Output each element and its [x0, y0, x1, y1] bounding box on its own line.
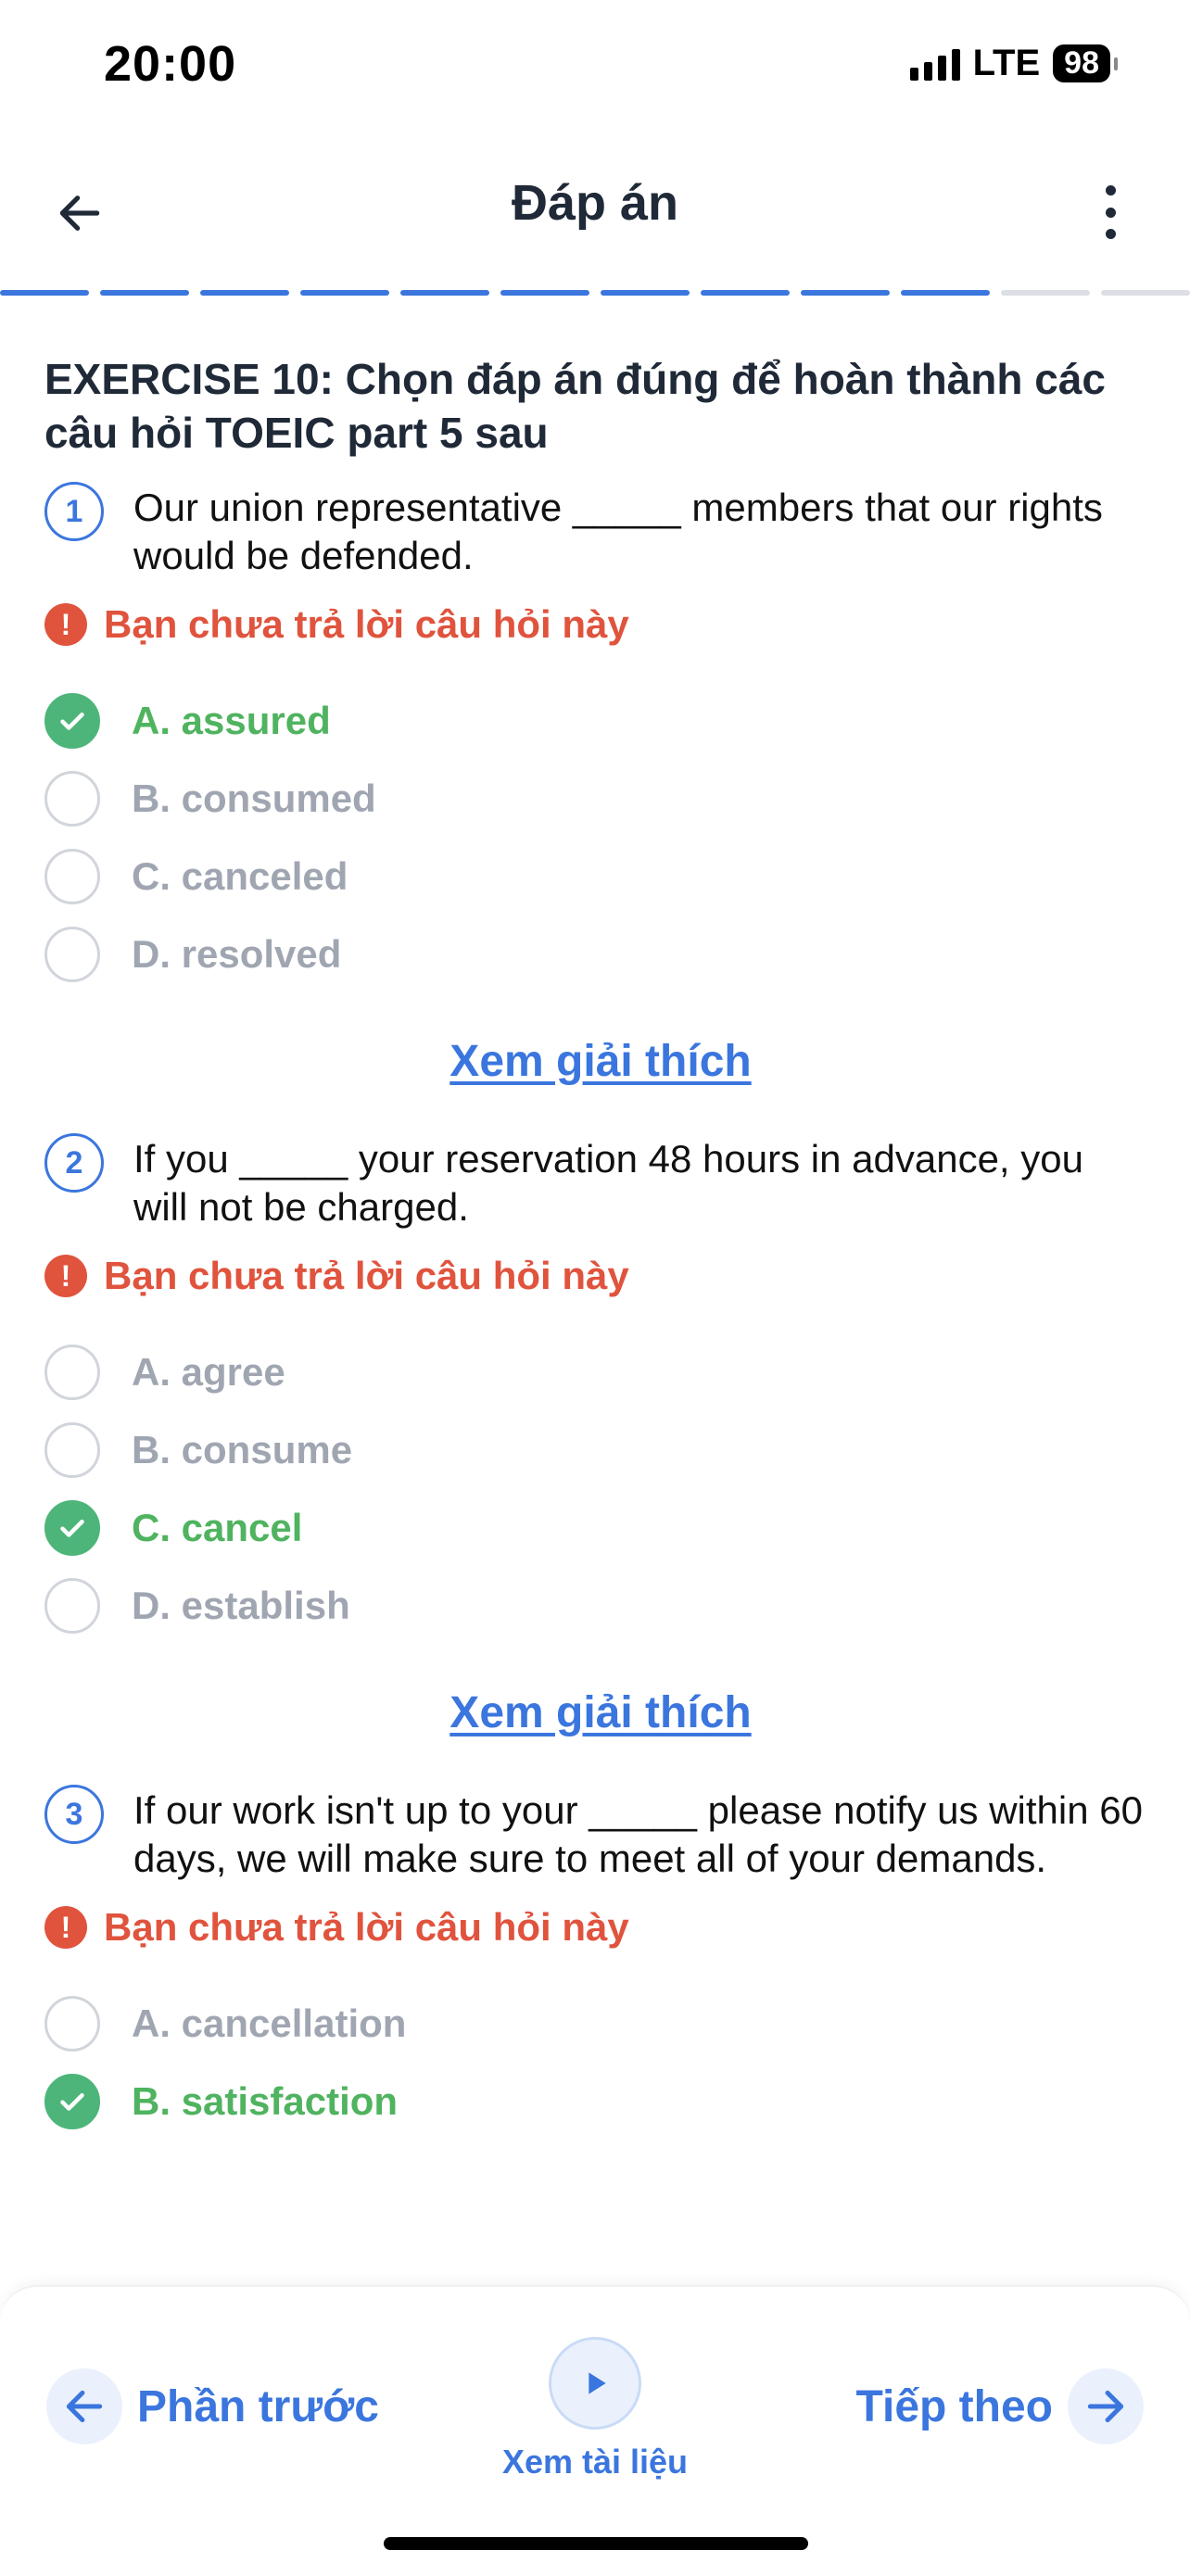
radio-circle-icon [44, 1422, 100, 1478]
progress-segment [1001, 290, 1090, 296]
view-document-button[interactable]: Xem tài liệu [502, 2337, 688, 2481]
explanation-container: Xem giải thích [44, 1687, 1157, 1738]
explanation-container: Xem giải thích [44, 1036, 1157, 1087]
radio-circle-icon [44, 849, 100, 904]
arrow-right-icon [1068, 2368, 1144, 2444]
radio-circle-icon [44, 1578, 100, 1634]
more-vertical-icon [1105, 185, 1116, 196]
progress-segment [601, 290, 690, 296]
battery-icon: 98 [1053, 44, 1118, 82]
progress-segment [100, 290, 189, 296]
question-header: 2 If you _____ your reservation 48 hours … [44, 1133, 1157, 1231]
progress-segment [500, 290, 589, 296]
answer-option[interactable]: D. establish [44, 1567, 1157, 1645]
header: Đáp án [0, 158, 1190, 259]
question-header: 1 Our union representative _____ members … [44, 482, 1157, 580]
view-document-label: Xem tài liệu [501, 2443, 689, 2481]
question-number: 2 [44, 1133, 104, 1193]
answer-option[interactable]: B. consumed [44, 760, 1157, 838]
alert-icon: ! [44, 1255, 87, 1297]
option-label: A. cancellation [132, 2001, 407, 2045]
unanswered-warning: ! Bạn chưa trả lời câu hỏi này [44, 1248, 1157, 1304]
radio-circle-icon [44, 771, 100, 827]
option-label: A. assured [132, 699, 331, 742]
option-label: A. agree [132, 1350, 285, 1394]
page-title: Đáp án [511, 175, 679, 231]
check-circle-icon [44, 693, 100, 749]
progress-segment [801, 290, 890, 296]
answer-option[interactable]: A. agree [44, 1333, 1157, 1411]
alert-icon: ! [44, 603, 87, 646]
question-number: 3 [44, 1785, 104, 1844]
bottom-navigation: Phần trước Xem tài liệu Tiếp theo [0, 2285, 1190, 2576]
view-explanation-link[interactable]: Xem giải thích [449, 1688, 751, 1737]
question-progress [0, 290, 1190, 296]
question-header: 3 If our work isn't up to your _____ plea… [44, 1785, 1157, 1883]
previous-label: Phần trước [137, 2381, 379, 2431]
progress-segment [701, 290, 790, 296]
option-label: B. consume [132, 1428, 353, 1471]
answer-option[interactable]: B. consume [44, 1411, 1157, 1489]
option-label: D. establish [132, 1584, 350, 1627]
radio-circle-icon [44, 1345, 100, 1400]
check-circle-icon [44, 2074, 100, 2129]
question-text: If you _____ your reservation 48 hours i… [133, 1137, 1083, 1229]
progress-segment [400, 290, 489, 296]
answer-option[interactable]: A. assured [44, 682, 1157, 760]
answer-option[interactable]: B. satisfaction [44, 2063, 1157, 2140]
radio-circle-icon [44, 1996, 100, 2052]
progress-segment [1101, 290, 1190, 296]
answer-option[interactable]: D. resolved [44, 915, 1157, 993]
question-text: Our union representative _____ members t… [133, 486, 1103, 577]
status-bar: 20:00 LTE 98 [0, 0, 1190, 130]
home-indicator[interactable] [384, 2537, 808, 2550]
next-label: Tiếp theo [855, 2381, 1053, 2431]
option-label: D. resolved [132, 932, 342, 976]
question-number: 1 [44, 482, 104, 541]
question-item: 1 Our union representative _____ members … [44, 482, 1157, 1087]
warning-text: Bạn chưa trả lời câu hỏi này [104, 1905, 629, 1949]
exercise-title: EXERCISE 10: Chọn đáp án đúng để hoàn th… [44, 355, 1107, 457]
radio-circle-icon [44, 927, 100, 982]
question-item: 2 If you _____ your reservation 48 hours … [44, 1133, 1157, 1738]
status-time: 20:00 [104, 36, 237, 92]
arrow-left-icon [46, 2368, 122, 2444]
question-item: 3 If our work isn't up to your _____ plea… [44, 1785, 1157, 2140]
status-indicators: LTE 98 [909, 43, 1118, 84]
signal-icon [909, 47, 960, 81]
check-circle-icon [44, 1500, 100, 1556]
more-options-button[interactable] [1082, 180, 1138, 245]
next-button[interactable]: Tiếp theo [856, 2368, 1144, 2444]
progress-segment [200, 290, 289, 296]
previous-section-button[interactable]: Phần trước [46, 2368, 379, 2444]
unanswered-warning: ! Bạn chưa trả lời câu hỏi này [44, 1900, 1157, 1955]
option-list: A. agree B. consume C. cancel D. establish [44, 1333, 1157, 1645]
question-list: 1 Our union representative _____ members … [44, 482, 1157, 2140]
view-explanation-link[interactable]: Xem giải thích [449, 1037, 751, 1086]
option-label: B. satisfaction [132, 2079, 399, 2123]
play-icon [549, 2337, 641, 2430]
answer-option[interactable]: C. canceled [44, 838, 1157, 915]
answer-content[interactable]: EXERCISE 10: Chọn đáp án đúng để hoàn th… [44, 352, 1157, 2242]
option-label: C. canceled [132, 854, 348, 898]
answer-option[interactable]: C. cancel [44, 1489, 1157, 1567]
question-text: If our work isn't up to your _____ pleas… [133, 1788, 1143, 1880]
warning-text: Bạn chưa trả lời câu hỏi này [104, 602, 629, 646]
alert-icon: ! [44, 1906, 87, 1949]
progress-segment [901, 290, 990, 296]
warning-text: Bạn chưa trả lời câu hỏi này [104, 1254, 629, 1297]
progress-segment [300, 290, 389, 296]
progress-segment [0, 290, 89, 296]
answer-option[interactable]: A. cancellation [44, 1985, 1157, 2063]
network-label: LTE [972, 43, 1041, 83]
option-list: A. assured B. consumed C. canceled D. resol… [44, 682, 1157, 993]
option-label: B. consumed [132, 777, 376, 820]
option-label: C. cancel [132, 1506, 303, 1549]
unanswered-warning: ! Bạn chưa trả lời câu hỏi này [44, 597, 1157, 652]
option-list: A. cancellation B. satisfaction [44, 1985, 1157, 2140]
